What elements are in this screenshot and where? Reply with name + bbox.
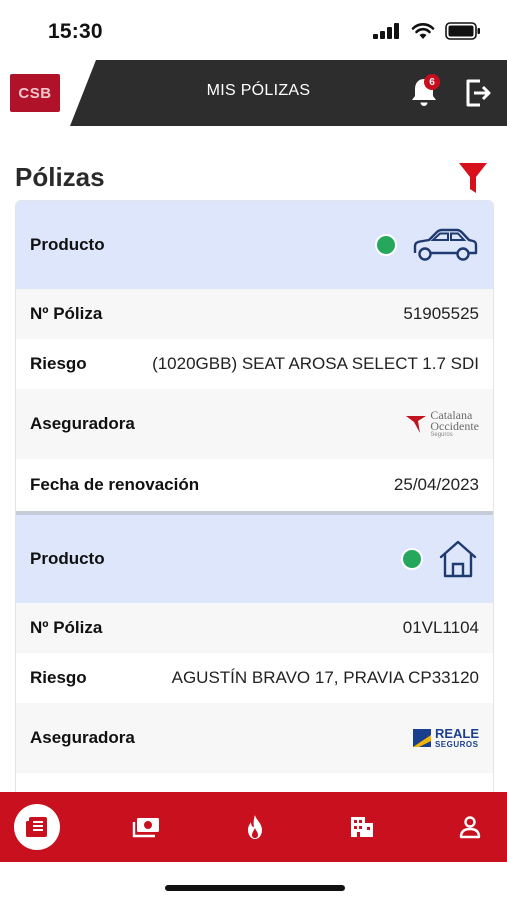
policy-number: 51905525 — [403, 304, 479, 323]
logout-icon[interactable] — [462, 77, 494, 109]
user-icon — [459, 816, 481, 839]
policies-icon — [26, 817, 47, 837]
risk-row: Riesgo AGUSTÍN BRAVO 17, PRAVIA CP33120 — [16, 653, 493, 703]
insurer-row: Aseguradora REALE SEGUROS — [16, 703, 493, 773]
home-indicator — [165, 885, 345, 891]
nav-policies[interactable] — [14, 804, 60, 850]
status-bar: 15:30 — [0, 0, 507, 60]
insurer-row: Aseguradora Catalana Occidente Seguros — [16, 389, 493, 459]
product-row: Producto — [16, 515, 493, 603]
status-dot — [401, 548, 423, 570]
car-icon — [413, 228, 478, 261]
product-label: Producto — [30, 235, 105, 254]
app-header: CSB MIS PÓLIZAS 6 — [0, 60, 507, 126]
policy-number: 01VL1104 — [402, 618, 479, 637]
renewal-row — [16, 773, 493, 792]
fire-icon — [248, 815, 262, 839]
filter-icon[interactable] — [457, 160, 489, 196]
product-row: Producto — [16, 201, 493, 289]
reale-seguros-logo: REALE SEGUROS — [412, 727, 479, 749]
risk-label: Riesgo — [30, 354, 87, 373]
bottom-nav — [0, 792, 507, 862]
policy-number-label: Nº Póliza — [30, 304, 103, 323]
risk-label: Riesgo — [30, 668, 87, 687]
nav-payments[interactable] — [123, 804, 169, 850]
status-time: 15:30 — [48, 20, 103, 43]
insurer-label: Aseguradora — [30, 728, 135, 747]
policy-card[interactable]: Producto Nº Póliza 51905525 Riesgo (1020… — [16, 201, 493, 515]
house-icon — [439, 540, 477, 578]
policy-card[interactable]: Producto Nº Póliza 01VL1104 Riesgo AGUST… — [16, 515, 493, 792]
battery-icon — [445, 22, 480, 40]
risk-value: (1020GBB) SEAT AROSA SELECT 1.7 SDI — [152, 354, 479, 373]
nav-profile[interactable] — [447, 804, 493, 850]
reale-mark-icon — [412, 729, 431, 747]
page-title: Pólizas — [15, 162, 105, 192]
catalana-occidente-logo: Catalana Occidente Seguros — [405, 409, 479, 439]
signal-icon — [373, 23, 399, 39]
building-icon — [351, 817, 373, 837]
product-label: Producto — [30, 549, 105, 568]
money-icon — [132, 818, 159, 838]
policy-number-row: Nº Póliza 01VL1104 — [16, 603, 493, 653]
renewal-date: 25/04/2023 — [393, 475, 479, 494]
policy-number-label: Nº Póliza — [30, 618, 103, 637]
insurer-label: Aseguradora — [30, 414, 135, 433]
policy-number-row: Nº Póliza 51905525 — [16, 289, 493, 339]
renewal-row: Fecha de renovación 25/04/2023 — [16, 459, 493, 511]
wifi-icon — [411, 23, 435, 39]
nav-offices[interactable] — [339, 804, 385, 850]
catalana-mark-icon — [406, 416, 427, 433]
risk-value: AGUSTÍN BRAVO 17, PRAVIA CP33120 — [171, 668, 479, 687]
status-icons — [373, 22, 481, 40]
risk-row: Riesgo (1020GBB) SEAT AROSA SELECT 1.7 S… — [16, 339, 493, 389]
status-dot — [375, 234, 397, 256]
nav-claims[interactable] — [232, 804, 278, 850]
notification-badge: 6 — [424, 74, 440, 90]
policy-list: Producto Nº Póliza 51905525 Riesgo (1020… — [15, 200, 494, 792]
renewal-label: Fecha de renovación — [30, 475, 200, 494]
